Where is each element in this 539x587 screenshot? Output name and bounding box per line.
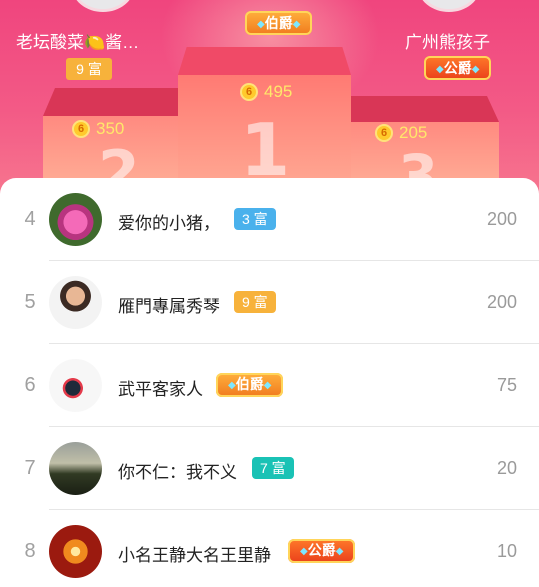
user-avatar[interactable] bbox=[49, 442, 102, 495]
wealth-level-badge: 7 富 bbox=[252, 457, 294, 479]
first-place-crown-badge: ◆伯爵◆ bbox=[245, 11, 313, 35]
list-item[interactable]: 5 雁門專属秀琴 9 富 200 bbox=[0, 261, 539, 344]
coin-icon: 6 bbox=[240, 83, 258, 101]
wealth-level-badge: 3 富 bbox=[234, 208, 276, 230]
diamond-icon: ◆ bbox=[292, 19, 301, 30]
third-place-score: 6 205 bbox=[375, 123, 427, 143]
contribution-value: 10 bbox=[496, 541, 517, 561]
ranking-list: 4 爱你的小猪， 3 富 200 5 雁門專属秀琴 9 富 200 6 武平客家… bbox=[0, 178, 539, 587]
diamond-icon: ◆ bbox=[335, 546, 344, 557]
diamond-icon: ◆ bbox=[471, 64, 480, 75]
list-item[interactable]: 7 你不仁：我不义 7 富 20 bbox=[0, 427, 539, 510]
user-avatar[interactable] bbox=[49, 359, 102, 412]
podium-header: ◆伯爵◆ 老坛酸菜🍋酱… 9 富 广州熊孩子 ◆公爵◆ 6 495 6 350 … bbox=[0, 0, 539, 200]
coin-icon: 6 bbox=[375, 124, 393, 142]
user-name: 武平客家人 bbox=[118, 380, 203, 399]
user-avatar[interactable] bbox=[49, 193, 102, 246]
third-place-score-value: 205 bbox=[399, 123, 428, 142]
list-item[interactable]: 6 武平客家人 ◆伯爵◆ 75 bbox=[0, 344, 539, 427]
coin-icon: 6 bbox=[72, 120, 90, 138]
second-place-score: 6 350 bbox=[72, 119, 124, 139]
diamond-icon: ◆ bbox=[300, 546, 308, 557]
contribution-value: 200 bbox=[486, 292, 517, 312]
user-name: 雁門專属秀琴 bbox=[118, 297, 220, 316]
third-place-avatar[interactable] bbox=[418, 0, 480, 12]
third-place-crown-badge: ◆公爵◆ bbox=[424, 56, 492, 80]
contribution-value: 20 bbox=[496, 458, 517, 478]
user-name: 小名王静大名王里静 bbox=[118, 546, 271, 565]
diamond-icon: ◆ bbox=[257, 19, 265, 30]
user-name: 爱你的小猪， bbox=[118, 214, 220, 233]
rank-number: 4 bbox=[24, 208, 36, 230]
rank-number: 7 bbox=[24, 457, 36, 479]
rank-number: 5 bbox=[24, 291, 36, 313]
noble-rank-badge: ◆伯爵◆ bbox=[216, 373, 284, 397]
list-item[interactable]: 8 小名王静大名王里静 ◆公爵◆ 10 bbox=[0, 510, 539, 587]
second-place-wealth-badge: 9 富 bbox=[66, 58, 112, 80]
diamond-icon: ◆ bbox=[228, 380, 236, 391]
rank-number: 8 bbox=[24, 540, 36, 562]
rank-number: 6 bbox=[24, 374, 36, 396]
user-avatar[interactable] bbox=[49, 276, 102, 329]
first-place-score: 6 495 bbox=[240, 82, 292, 102]
noble-rank-badge: ◆公爵◆ bbox=[288, 539, 356, 563]
first-place-score-value: 495 bbox=[264, 82, 293, 101]
user-avatar[interactable] bbox=[49, 525, 102, 578]
diamond-icon: ◆ bbox=[436, 64, 444, 75]
diamond-icon: ◆ bbox=[263, 380, 272, 391]
second-place-avatar[interactable] bbox=[72, 0, 134, 12]
wealth-level-badge: 9 富 bbox=[234, 291, 276, 313]
third-place-name[interactable]: 广州熊孩子 bbox=[405, 28, 490, 53]
second-place-name[interactable]: 老坛酸菜🍋酱… bbox=[16, 28, 139, 53]
list-item[interactable]: 4 爱你的小猪， 3 富 200 bbox=[0, 178, 539, 261]
second-place-score-value: 350 bbox=[96, 119, 125, 138]
contribution-value: 200 bbox=[486, 209, 517, 229]
contribution-value: 75 bbox=[496, 375, 517, 395]
user-name: 你不仁：我不义 bbox=[118, 463, 237, 482]
